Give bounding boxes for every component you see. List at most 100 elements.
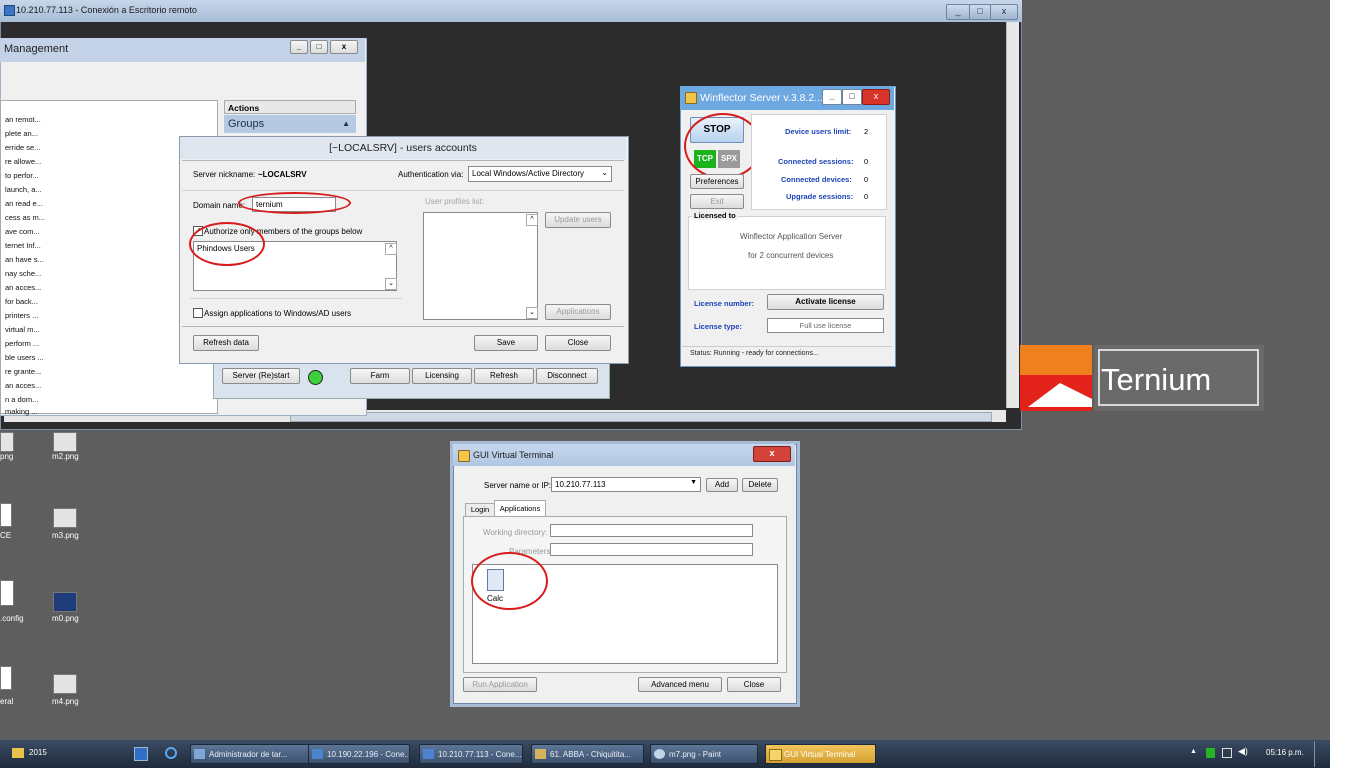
winflector-minimize-button[interactable]: _ xyxy=(822,89,842,105)
rdp-close-button[interactable]: x xyxy=(990,4,1018,20)
internet-explorer-icon[interactable] xyxy=(165,747,177,759)
list-item[interactable]: ble users ... xyxy=(5,353,44,362)
exit-button[interactable]: Exit xyxy=(690,194,744,209)
list-item[interactable]: an remot... xyxy=(5,115,41,124)
scroll-down-icon[interactable]: ⌄ xyxy=(526,307,538,319)
desktop-icon-label[interactable]: m3.png xyxy=(52,531,79,540)
list-item[interactable]: perform ... xyxy=(5,339,39,348)
delete-button[interactable]: Delete xyxy=(742,478,778,492)
image-file-icon[interactable] xyxy=(53,432,77,452)
list-item[interactable]: re grante... xyxy=(5,367,41,376)
image-file-icon[interactable] xyxy=(53,508,77,528)
authentication-select[interactable]: Local Windows/Active Directory ⌄ xyxy=(468,166,612,182)
list-item[interactable]: erride se... xyxy=(5,143,40,152)
scroll-up-icon[interactable]: ^ xyxy=(385,243,397,255)
list-item[interactable]: cess as m... xyxy=(5,213,45,222)
list-item[interactable]: ave com... xyxy=(5,227,40,236)
list-item[interactable]: plete an... xyxy=(5,129,38,138)
media-player-icon[interactable] xyxy=(134,747,148,761)
preferences-button[interactable]: Preferences xyxy=(690,174,744,189)
scroll-up-icon[interactable]: ^ xyxy=(526,214,538,226)
list-item[interactable]: nay sche... xyxy=(5,269,41,278)
taskbar-folder-label[interactable]: 2015 xyxy=(29,748,47,757)
desktop-icon-label[interactable]: m0.png xyxy=(52,614,79,623)
list-item[interactable]: ternet Inf... xyxy=(5,241,41,250)
clock[interactable]: 05:16 p.m. xyxy=(1266,748,1304,757)
management-titlebar[interactable]: Management _ □ x xyxy=(0,38,365,62)
list-item[interactable]: printers ... xyxy=(5,311,38,320)
desktop-icon-label[interactable]: .config xyxy=(0,614,24,623)
volume-icon[interactable]: ◀) xyxy=(1238,746,1248,757)
collapse-icon[interactable]: ▲ xyxy=(342,115,350,133)
desktop-icon-label[interactable]: png xyxy=(0,452,13,461)
file-icon[interactable] xyxy=(0,666,12,690)
list-item[interactable]: an acces... xyxy=(5,283,41,292)
disconnect-button[interactable]: Disconnect xyxy=(536,368,598,384)
winflector-close-button[interactable]: x xyxy=(862,89,890,105)
network-icon[interactable] xyxy=(1222,748,1232,758)
save-button[interactable]: Save xyxy=(474,335,538,351)
winflector-maximize-button[interactable]: □ xyxy=(842,89,862,105)
taskbar-item[interactable]: 10.190.22.196 - Cone... xyxy=(308,744,410,764)
taskbar-item-active[interactable]: GUI Virtual Terminal xyxy=(765,744,876,764)
scroll-down-icon[interactable]: ⌄ xyxy=(385,278,397,290)
list-item[interactable]: for back... xyxy=(5,297,38,306)
list-item[interactable]: making ... xyxy=(5,407,38,416)
list-item[interactable]: an have s... xyxy=(5,255,44,264)
activate-license-button[interactable]: Activate license xyxy=(767,294,884,310)
management-minimize-button[interactable]: _ xyxy=(290,40,308,54)
desktop-icon-label[interactable]: m4.png xyxy=(52,697,79,706)
config-file-icon[interactable] xyxy=(0,580,14,606)
refresh-data-button[interactable]: Refresh data xyxy=(193,335,259,351)
server-select[interactable]: 10.210.77.113 ▼ xyxy=(551,477,701,492)
tab-applications[interactable]: Applications xyxy=(494,500,546,517)
list-item[interactable]: to perfor... xyxy=(5,171,39,180)
desktop-icon-label[interactable]: CE xyxy=(0,531,11,540)
image-file-icon[interactable] xyxy=(53,674,77,694)
licensing-button[interactable]: Licensing xyxy=(412,368,472,384)
taskbar-item[interactable]: Administrador de tar... xyxy=(190,744,310,764)
file-icon[interactable] xyxy=(0,503,12,527)
user-profiles-list[interactable] xyxy=(423,212,538,320)
list-item[interactable]: an acces... xyxy=(5,381,41,390)
gvt-titlebar[interactable]: GUI Virtual Terminal x xyxy=(453,444,795,466)
close-button[interactable]: Close xyxy=(727,677,781,692)
applications-button[interactable]: Applications xyxy=(545,304,611,320)
advanced-menu-button[interactable]: Advanced menu xyxy=(638,677,722,692)
update-users-button[interactable]: Update users xyxy=(545,212,611,228)
list-item[interactable]: virtual m... xyxy=(5,325,40,334)
winflector-titlebar[interactable]: Winflector Server v.3.8.2.... _ □ x xyxy=(680,86,894,110)
taskbar-item[interactable]: 10.210.77.113 - Cone... xyxy=(419,744,523,764)
rdp-minimize-button[interactable]: _ xyxy=(946,4,970,20)
desktop-icon-label[interactable]: m2.png xyxy=(52,452,79,461)
image-file-icon[interactable] xyxy=(53,592,77,612)
close-button[interactable]: Close xyxy=(545,335,611,351)
parameters-input[interactable] xyxy=(550,543,753,556)
list-item[interactable]: n a dom... xyxy=(5,395,38,404)
add-button[interactable]: Add xyxy=(706,478,738,492)
list-item[interactable]: launch, a... xyxy=(5,185,42,194)
management-close-button[interactable]: x xyxy=(330,40,358,54)
remote-desktop-titlebar[interactable]: 10.210.77.113 - Conexión a Escritorio re… xyxy=(0,0,1022,22)
rdp-vertical-scrollbar[interactable] xyxy=(1006,22,1019,408)
working-directory-input[interactable] xyxy=(550,524,753,537)
list-item[interactable]: re allowe... xyxy=(5,157,41,166)
run-application-button[interactable]: Run Application xyxy=(463,677,537,692)
taskbar-item[interactable]: m7.png - Paint xyxy=(650,744,758,764)
taskbar-item[interactable]: 61. ABBA - Chiquitita... xyxy=(531,744,644,764)
show-hidden-icons-icon[interactable]: ▲ xyxy=(1190,748,1197,755)
tray-app-icon[interactable] xyxy=(1206,748,1215,758)
file-icon[interactable] xyxy=(0,432,14,452)
management-maximize-button[interactable]: □ xyxy=(310,40,328,54)
rdp-horizontal-scroll-thumb[interactable] xyxy=(290,412,992,422)
assign-checkbox[interactable] xyxy=(193,308,203,318)
farm-button[interactable]: Farm xyxy=(350,368,410,384)
server-restart-button[interactable]: Server (Re)start xyxy=(222,368,300,384)
show-desktop-button[interactable] xyxy=(1314,741,1329,767)
gvt-close-button[interactable]: x xyxy=(753,446,791,462)
desktop-icon-label[interactable]: eral xyxy=(0,697,13,706)
groups-section[interactable]: Groups ▲ xyxy=(224,115,356,133)
rdp-maximize-button[interactable]: □ xyxy=(969,4,991,20)
list-item[interactable]: an read e... xyxy=(5,199,43,208)
refresh-button[interactable]: Refresh xyxy=(474,368,534,384)
